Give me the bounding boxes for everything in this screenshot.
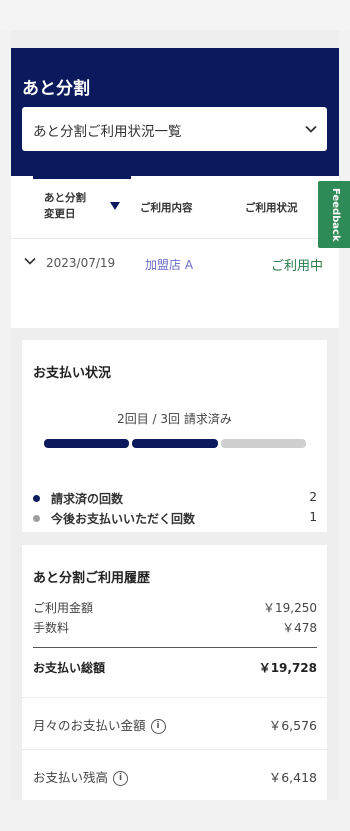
column-header-date-line1: あと分割 (44, 192, 86, 204)
column-header-date-line2: 変更日 (44, 208, 76, 220)
usage-amount-value: ￥19,250 (263, 601, 317, 615)
divider (22, 749, 327, 750)
view-select[interactable]: あと分割ご利用状況一覧 (22, 107, 327, 151)
page-title: あと分割 (22, 79, 90, 99)
progress-text: 2回目 / 3回 請求済み (117, 412, 232, 426)
usage-table: あと分割 変更日 ご利用内容 ご利用状況 2023/07/19 加盟店 A ご利… (11, 176, 339, 328)
top-strip (0, 0, 350, 30)
legend-billed-label: 請求済の回数 (51, 492, 124, 506)
info-icon[interactable]: i (113, 771, 129, 786)
monthly-value: ￥6,576 (268, 718, 317, 733)
row-date: 2023/07/19 (46, 256, 116, 270)
usage-history-title: あと分割ご利用履歴 (33, 571, 151, 586)
sort-desc-icon[interactable] (110, 202, 120, 210)
payment-status-title: お支払い状況 (33, 366, 112, 381)
usage-amount-label: ご利用金額 (33, 601, 94, 615)
legend-billed-value: 2 (309, 490, 317, 504)
legend-remaining: 今後お支払いいただく回数 1 (33, 510, 317, 528)
monthly-label: 月々のお支払い金額 (33, 718, 146, 733)
header: あと分割 あと分割ご利用状況一覧 (11, 48, 339, 192)
installment-progress-bar (44, 439, 306, 448)
view-select-value: あと分割ご利用状況一覧 (33, 124, 182, 140)
chevron-down-icon (305, 125, 317, 133)
column-header-content[interactable]: ご利用内容 (140, 200, 193, 215)
balance-label: お支払い残高 (33, 770, 109, 785)
usage-history-card: あと分割ご利用履歴 ご利用金額 ￥19,250 手数料 ￥478 お支払い総額 … (22, 545, 327, 800)
balance-value: ￥6,418 (268, 770, 317, 785)
legend-billed: 請求済の回数 2 (33, 490, 317, 508)
remaining-dot-icon (33, 515, 40, 522)
total-label: お支払い総額 (33, 661, 106, 675)
row-shop: 加盟店 A (145, 258, 194, 272)
feedback-tab[interactable]: Feedback (318, 181, 350, 248)
row-status: ご利用中 (271, 259, 324, 274)
progress-segment-remaining (220, 439, 306, 448)
column-header-date[interactable]: あと分割 変更日 (44, 190, 86, 222)
total-divider (33, 647, 317, 648)
fee-label: 手数料 (33, 621, 70, 635)
fee-value: ￥478 (282, 621, 317, 635)
legend-remaining-label: 今後お支払いいただく回数 (51, 512, 196, 526)
total-value: ￥19,728 (258, 661, 317, 675)
expand-row-icon[interactable] (23, 254, 37, 268)
payment-status-card: お支払い状況 2回目 / 3回 請求済み 請求済の回数 2 今後お支払いいただく… (22, 340, 327, 532)
info-icon[interactable]: i (150, 719, 166, 734)
billed-dot-icon (33, 495, 40, 502)
divider (22, 697, 327, 698)
table-header: あと分割 変更日 ご利用内容 ご利用状況 (11, 176, 339, 239)
progress-segment-billed (132, 439, 218, 448)
column-header-status[interactable]: ご利用状況 (245, 200, 298, 215)
active-sort-indicator (33, 176, 131, 179)
progress-segment-billed (44, 439, 130, 448)
legend-remaining-value: 1 (309, 510, 317, 524)
app-frame: あと分割 あと分割ご利用状況一覧 あと分割 変更日 ご利用内容 ご利用状況 20… (11, 30, 339, 800)
